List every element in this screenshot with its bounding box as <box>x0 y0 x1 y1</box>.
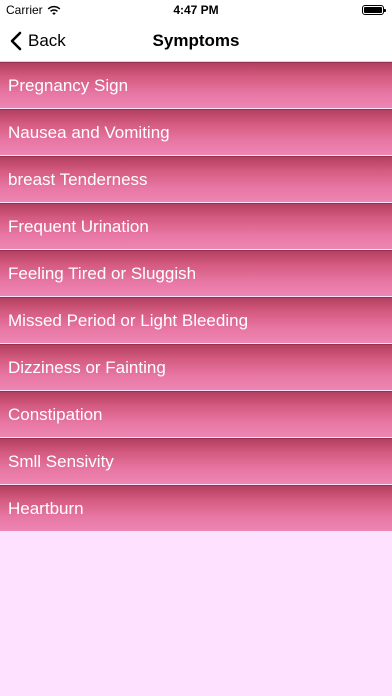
navigation-bar: Back Symptoms <box>0 20 392 62</box>
list-item-heartburn[interactable]: Heartburn <box>0 485 392 531</box>
battery-icon <box>362 5 386 15</box>
list-item-pregnancy-sign[interactable]: Pregnancy Sign <box>0 62 392 108</box>
symptoms-list: Pregnancy Sign Nausea and Vomiting breas… <box>0 62 392 532</box>
status-bar: Carrier 4:47 PM <box>0 0 392 20</box>
page-title: Symptoms <box>152 31 240 50</box>
list-item-dizziness[interactable]: Dizziness or Fainting <box>0 344 392 390</box>
list-item-breast-tenderness[interactable]: breast Tenderness <box>0 156 392 202</box>
list-item-smell-sensitivity[interactable]: Smll Sensivity <box>0 438 392 484</box>
list-item-constipation[interactable]: Constipation <box>0 391 392 437</box>
list-item-frequent-urination[interactable]: Frequent Urination <box>0 203 392 249</box>
list-item-feeling-tired[interactable]: Feeling Tired or Sluggish <box>0 250 392 296</box>
list-item-missed-period[interactable]: Missed Period or Light Bleeding <box>0 297 392 343</box>
status-time: 4:47 PM <box>173 3 219 17</box>
list-item-nausea-vomiting[interactable]: Nausea and Vomiting <box>0 109 392 155</box>
